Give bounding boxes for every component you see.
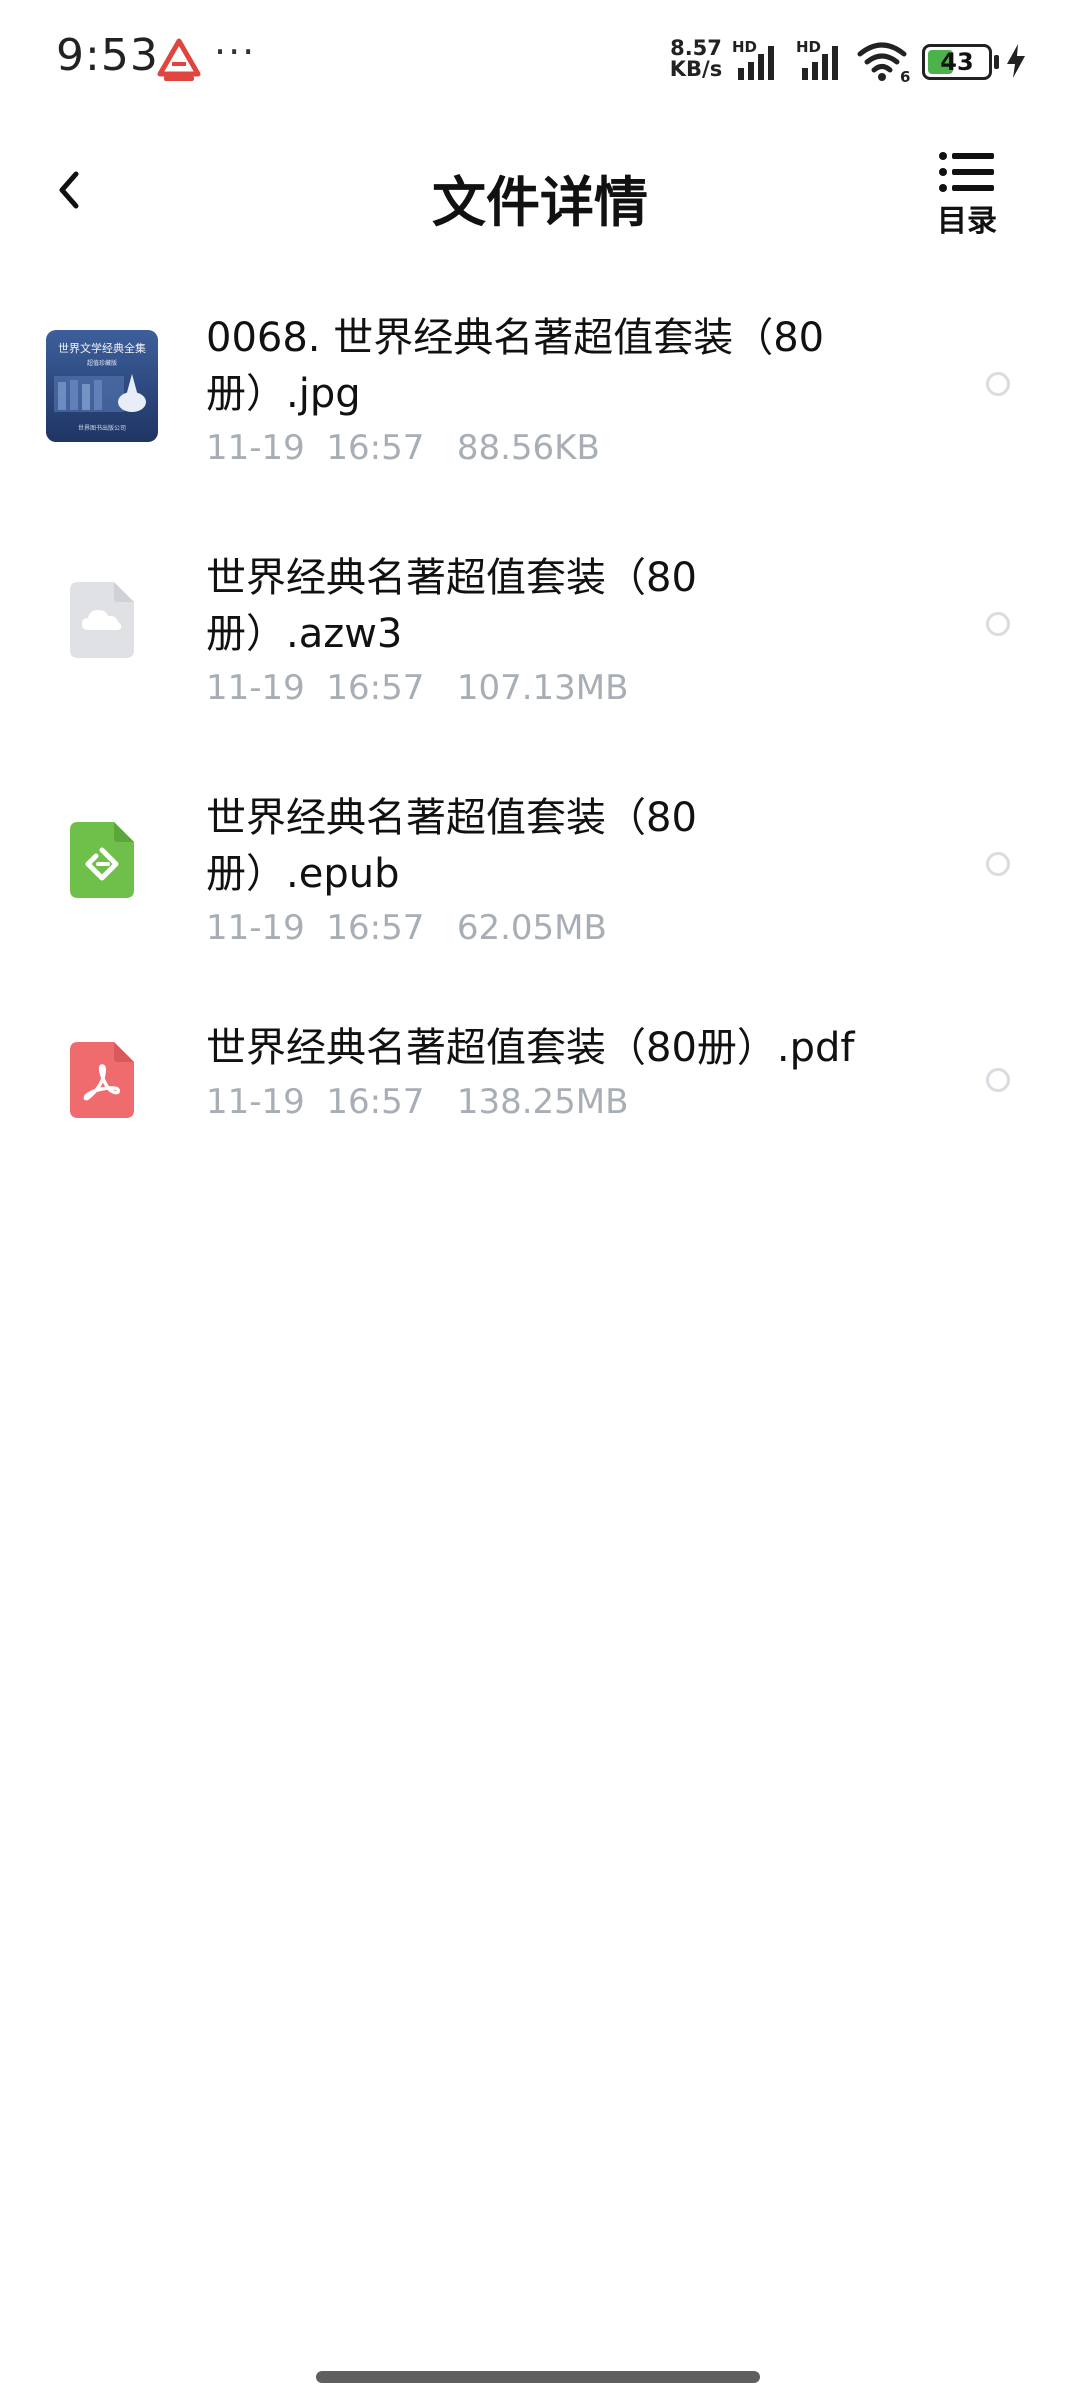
list-icon <box>939 152 994 192</box>
signal-hd-label: HD <box>732 38 757 56</box>
table-of-contents-label: 目录 <box>937 204 997 239</box>
charging-icon <box>1007 44 1025 78</box>
file-date: 11-19 <box>206 908 305 948</box>
battery-level: 43 <box>940 48 974 76</box>
file-name: 世界经典名著超值套装（80册）.pdf <box>206 1025 855 1071</box>
table-of-contents-button[interactable]: 目录 <box>930 150 1004 239</box>
select-radio[interactable] <box>986 612 1010 636</box>
file-name: 世界经典名著超值套装（80册）.epub <box>206 795 697 897</box>
select-radio[interactable] <box>986 372 1010 396</box>
file-details-screen: 9:53 ··· 8.57 KB/s HD HD 6 43 文件详情 目录 世界… <box>0 0 1080 2403</box>
thumbnail-footer: 世界图书出版公司 <box>78 424 126 432</box>
file-time: 16:57 <box>326 428 425 468</box>
status-bar: 9:53 ··· 8.57 KB/s HD HD 6 43 <box>0 0 1080 120</box>
network-speed-value: 8.57 <box>670 36 722 60</box>
app-notification-icon <box>157 38 201 81</box>
thumbnail-title: 世界文学经典全集 <box>58 341 146 355</box>
file-item-epub[interactable]: 世界经典名著超值套装（80册）.epub 11-19 16:57 62.05MB <box>0 770 1080 970</box>
thumbnail-subtitle: 超值珍藏版 <box>87 359 117 367</box>
page-title: 文件详情 <box>432 171 648 234</box>
battery-icon: 43 <box>922 44 1000 80</box>
file-item-jpg[interactable]: 世界文学经典全集 超值珍藏版 世界图书出版公司 0068. 世界经典名著超值套装… <box>0 290 1080 490</box>
select-radio[interactable] <box>986 852 1010 876</box>
status-time: 9:53 <box>56 30 159 81</box>
cellular-signal-2-icon: HD <box>796 38 838 80</box>
home-indicator[interactable] <box>316 2371 760 2383</box>
cellular-signal-icon: HD <box>732 38 774 80</box>
wifi-generation-label: 6 <box>900 68 910 84</box>
file-item-pdf[interactable]: 世界经典名著超值套装（80册）.pdf 11-19 16:57 138.25MB <box>0 1010 1080 1150</box>
file-size: 138.25MB <box>456 1082 629 1122</box>
cloud-file-icon <box>70 582 134 658</box>
file-name: 0068. 世界经典名著超值套装（80册）.jpg <box>206 315 825 417</box>
signal-2-hd-label: HD <box>796 38 821 56</box>
file-meta: 11-19 16:57 107.13MB <box>206 668 628 708</box>
file-time: 16:57 <box>326 668 425 708</box>
file-item-azw3[interactable]: 世界经典名著超值套装（80册）.azw3 11-19 16:57 107.13M… <box>0 530 1080 730</box>
file-date: 11-19 <box>206 428 305 468</box>
network-speed-unit: KB/s <box>669 57 723 81</box>
image-thumbnail: 世界文学经典全集 超值珍藏版 世界图书出版公司 <box>46 330 158 442</box>
wifi-icon: 6 <box>857 42 910 84</box>
file-size: 88.56KB <box>456 428 600 468</box>
file-size: 107.13MB <box>456 668 629 708</box>
header: 文件详情 目录 <box>0 130 1080 250</box>
epub-file-icon <box>70 822 134 898</box>
file-name: 世界经典名著超值套装（80册）.azw3 <box>206 555 697 657</box>
network-speed: 8.57 KB/s <box>668 38 724 80</box>
file-size: 62.05MB <box>456 908 607 948</box>
file-meta: 11-19 16:57 62.05MB <box>206 908 607 948</box>
file-date: 11-19 <box>206 668 305 708</box>
pdf-file-icon <box>70 1042 134 1118</box>
file-time: 16:57 <box>326 1082 425 1122</box>
file-time: 16:57 <box>326 908 425 948</box>
file-meta: 11-19 16:57 88.56KB <box>206 428 600 468</box>
file-date: 11-19 <box>206 1082 305 1122</box>
file-meta: 11-19 16:57 138.25MB <box>206 1082 628 1122</box>
more-notifications-icon: ··· <box>214 30 257 74</box>
select-radio[interactable] <box>986 1068 1010 1092</box>
